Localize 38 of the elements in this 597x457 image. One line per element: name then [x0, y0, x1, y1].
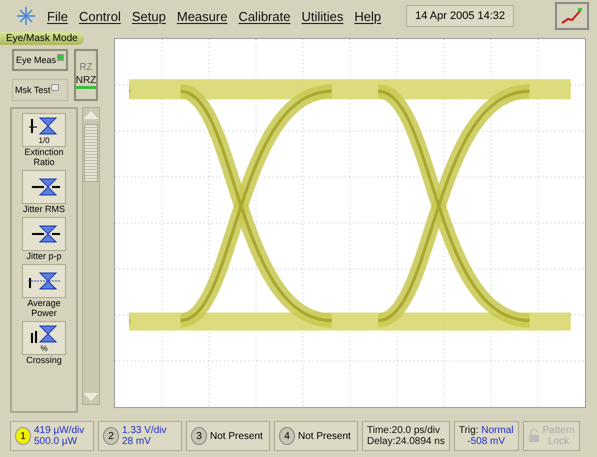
channel-number: 3 — [191, 427, 207, 446]
menu-item[interactable]: Measure — [176, 8, 228, 24]
measurement-button[interactable]: 1/0 — [22, 113, 66, 148]
menu-item[interactable]: Help — [354, 8, 382, 24]
measurement-button[interactable] — [22, 170, 66, 204]
channel-button[interactable]: 3 Not Present — [186, 421, 270, 452]
timebase-button[interactable]: Time:20.0 ps/div Delay:24.0894 ns — [362, 421, 450, 452]
starburst-logo-icon — [16, 6, 36, 26]
menu-item[interactable]: Calibrate — [238, 8, 290, 24]
measurement-label: Crossing — [25, 355, 63, 366]
measurement-button[interactable] — [22, 217, 66, 252]
measurement-label: Extinction Ratio — [23, 147, 65, 168]
mode-button[interactable]: Msk Test — [12, 79, 68, 102]
channel-button[interactable]: 4 Not Present — [274, 421, 358, 452]
chart-icon — [560, 7, 584, 26]
channel-number: 4 — [279, 427, 295, 446]
mode-button[interactable]: Eye Meas — [12, 49, 68, 72]
menu-item[interactable]: File — [47, 8, 68, 24]
measurement-label: Jitter RMS — [22, 204, 66, 214]
measurement-button[interactable] — [22, 264, 66, 298]
menu-item[interactable]: Utilities — [301, 8, 344, 24]
channel-number: 1 — [15, 427, 31, 446]
measurement-label: Jitter p-p — [25, 251, 62, 262]
channel-number: 2 — [103, 427, 119, 446]
menu-item[interactable]: Control — [78, 8, 121, 24]
date-time-display: 14 Apr 2005 14:32 — [406, 5, 514, 28]
trigger-button[interactable]: Trig: Normal -508 mV — [454, 421, 518, 452]
scrollbar[interactable] — [82, 107, 100, 406]
menu-item[interactable]: Setup — [132, 8, 166, 24]
measurement-icon — [26, 270, 62, 292]
measurement-button[interactable]: % — [22, 321, 66, 356]
format-toggle[interactable]: RZ NRZ — [74, 49, 98, 102]
format-option[interactable]: NRZ — [76, 74, 96, 89]
padlock-icon — [528, 429, 540, 444]
measurement-label: Average Power — [26, 298, 62, 318]
chart-button[interactable] — [555, 2, 589, 30]
mode-label: Eye/Mask Mode — [0, 32, 84, 46]
scroll-thumb[interactable] — [84, 124, 98, 182]
